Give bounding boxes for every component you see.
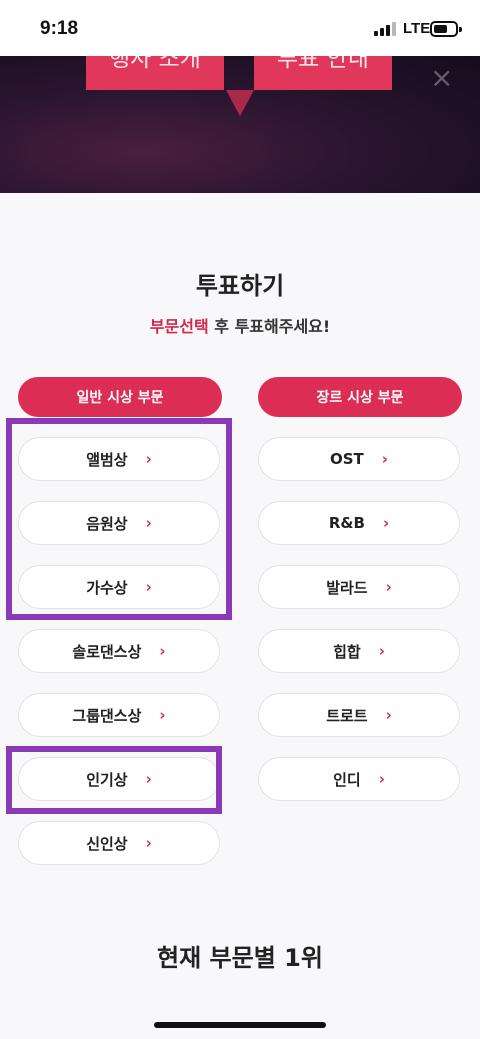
chevron-right-icon: › — [159, 706, 166, 724]
tab-vote-guide[interactable]: 투표 안내 — [254, 56, 392, 90]
vote-subtitle: 부문선택 후 투표해주세요! — [0, 313, 480, 337]
signal-icon — [374, 22, 400, 36]
chevron-right-icon: › — [385, 706, 392, 724]
category-solo-dance-award[interactable]: 솔로댄스상 › — [18, 629, 220, 673]
category-indie[interactable]: 인디 › — [258, 757, 460, 801]
genre-category-column: 장르 시상 부문 — [258, 377, 462, 417]
general-category-column: 일반 시상 부문 — [18, 377, 222, 417]
battery-icon — [430, 21, 462, 37]
event-banner: 행사 소개 투표 안내 × — [0, 56, 480, 193]
highlight-box-top — [6, 418, 232, 620]
category-rookie-award[interactable]: 신인상 › — [18, 821, 220, 865]
chevron-right-icon: › — [381, 450, 388, 468]
status-bar: 9:18 LTE — [0, 0, 480, 56]
status-time: 9:18 — [40, 18, 79, 39]
ranking-title: 현재 부문별 1위 — [157, 944, 323, 972]
chevron-right-icon: › — [378, 770, 385, 788]
genre-category-header[interactable]: 장르 시상 부문 — [258, 377, 462, 417]
tab-pointer — [226, 90, 254, 116]
category-trot[interactable]: 트로트 › — [258, 693, 460, 737]
chevron-right-icon: › — [385, 578, 392, 596]
category-rnb[interactable]: R&B › — [258, 501, 460, 545]
category-group-dance-award[interactable]: 그룹댄스상 › — [18, 693, 220, 737]
highlight-box-popularity — [6, 746, 222, 814]
subtitle-accent: 부문선택 — [149, 317, 209, 336]
home-indicator[interactable] — [154, 1022, 326, 1028]
chevron-right-icon: › — [159, 642, 166, 660]
category-hiphop[interactable]: 힙합 › — [258, 629, 460, 673]
general-category-header[interactable]: 일반 시상 부문 — [18, 377, 222, 417]
chevron-right-icon: › — [382, 514, 390, 532]
chevron-right-icon: › — [378, 642, 385, 660]
close-icon[interactable]: × — [430, 64, 454, 92]
vote-title: 투표하기 — [195, 272, 285, 300]
chevron-right-icon: › — [145, 834, 152, 852]
subtitle-rest: 후 투표해주세요! — [208, 317, 331, 336]
category-ballad[interactable]: 발라드 › — [258, 565, 460, 609]
category-ost[interactable]: OST › — [258, 437, 460, 481]
tab-event-intro[interactable]: 행사 소개 — [86, 56, 224, 90]
network-label: LTE — [403, 20, 431, 37]
